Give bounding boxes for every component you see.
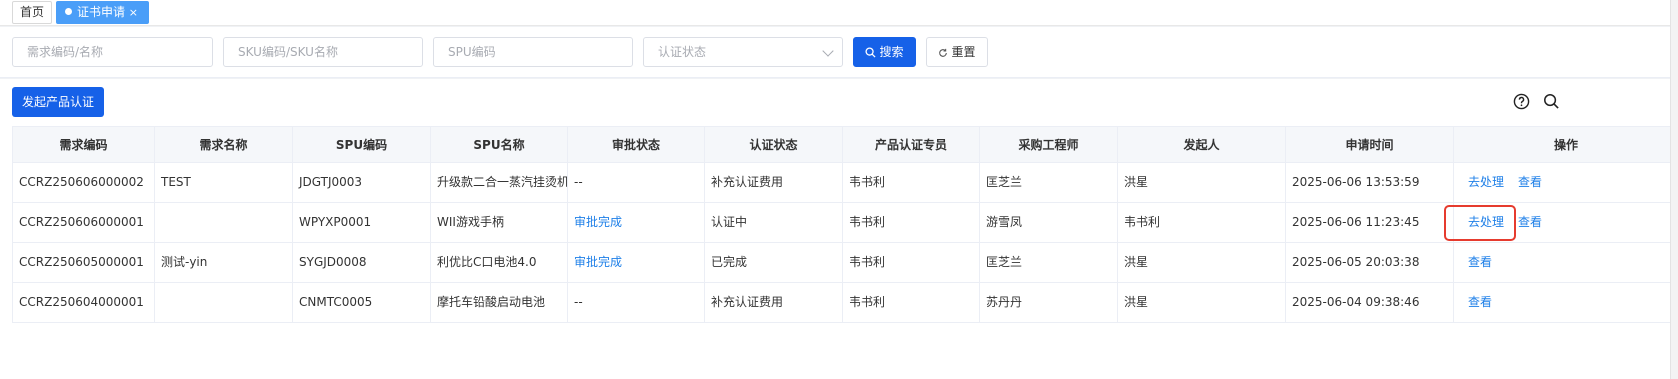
cert-status-cell: 认证中 [705,203,843,242]
tab-bar: 首页 证书申请 × [0,0,1678,26]
engineer-cell: 匡芝兰 [980,243,1118,282]
content-panel: 发起产品认证 需求编码 需求名称 SPU编码 SPU名称 审批状态 认证状态 产… [0,79,1678,379]
search-label: 搜索 [879,45,904,59]
view-link[interactable]: 查看 [1518,203,1542,242]
cert-status-cell: 补充认证费用 [705,163,843,202]
engineer-cell: 匡芝兰 [980,163,1118,202]
table-row: CCRZ250604000001 CNMTC0005 摩托车铅酸启动电池 -- … [12,283,1678,323]
header-cell: 产品认证专员 [843,127,980,162]
header-cell: SPU编码 [293,127,431,162]
launch-certification-button[interactable]: 发起产品认证 [12,87,104,117]
demand-name-cell: TEST [155,163,293,202]
initiator-cell: 洪星 [1118,243,1286,282]
header-cell: 需求编码 [12,127,155,162]
initiator-cell: 韦书利 [1118,203,1286,242]
spu-name-cell: 利优比C口电池4.0 [431,243,568,282]
scrollbar[interactable] [1670,0,1678,379]
demand-name-cell [155,283,293,322]
action-cell: 去处理 查看 [1454,163,1678,202]
spu-name-cell: WII游戏手柄 [431,203,568,242]
table-row: CCRZ250606000002 TEST JDGTJ0003 升级款二合一蒸汽… [12,163,1678,203]
header-cell: 需求名称 [155,127,293,162]
header-cell: 采购工程师 [980,127,1118,162]
spu-code-cell: WPYXP0001 [293,203,431,242]
filter-bar: 需求编码/名称 SKU编码/SKU名称 SPU编码 认证状态 搜索 重置 [0,27,1678,78]
table-row: CCRZ250605000001 测试-yin SYGJD0008 利优比C口电… [12,243,1678,283]
header-cell: 审批状态 [568,127,705,162]
tab-label: 证书申请 [77,5,126,19]
initiator-cell: 洪星 [1118,163,1286,202]
apply-time-cell: 2025-06-04 09:38:46 [1286,283,1454,322]
spu-code-cell: JDGTJ0003 [293,163,431,202]
approval-status-cell: -- [568,283,705,322]
refresh-icon [939,48,948,57]
spu-code-cell: CNMTC0005 [293,283,431,322]
action-cell: 查看 [1454,243,1678,282]
specialist-cell: 韦书利 [843,243,980,282]
tab-home[interactable]: 首页 [12,1,52,24]
close-icon[interactable]: × [129,2,138,23]
approval-status-link[interactable]: 审批完成 [568,243,705,282]
apply-time-cell: 2025-06-05 20:03:38 [1286,243,1454,282]
specialist-cell: 韦书利 [843,163,980,202]
header-cell: 发起人 [1118,127,1286,162]
apply-time-cell: 2025-06-06 13:53:59 [1286,163,1454,202]
spu-code-input[interactable]: SPU编码 [433,37,633,67]
sku-input[interactable]: SKU编码/SKU名称 [223,37,423,67]
search-icon [865,47,877,58]
process-link[interactable]: 去处理 [1468,163,1504,202]
header-cell: SPU名称 [431,127,568,162]
cert-status-cell: 补充认证费用 [705,283,843,322]
cert-status-placeholder: 认证状态 [658,45,707,59]
question-circle-icon[interactable] [1513,93,1530,110]
cert-status-cell: 已完成 [705,243,843,282]
approval-status-cell: -- [568,163,705,202]
spu-name-cell: 摩托车铅酸启动电池 [431,283,568,322]
view-link[interactable]: 查看 [1468,243,1492,282]
specialist-cell: 韦书利 [843,203,980,242]
search-button[interactable]: 搜索 [853,37,916,67]
approval-status-link[interactable]: 审批完成 [568,203,705,242]
view-link[interactable]: 查看 [1468,283,1492,322]
highlight-box [1444,205,1516,241]
engineer-cell: 游雪凤 [980,203,1118,242]
action-cell: 查看 [1454,283,1678,322]
header-cell: 操作 [1553,138,1578,152]
apply-time-cell: 2025-06-06 11:23:45 [1286,203,1454,242]
view-link[interactable]: 查看 [1518,163,1542,202]
tab-certificate-application[interactable]: 证书申请 × [56,1,149,24]
table-row: CCRZ250606000001 WPYXP0001 WII游戏手柄 审批完成 … [12,203,1678,243]
header-cell: 申请时间 [1286,127,1454,162]
initiator-cell: 洪星 [1118,283,1286,322]
reset-button[interactable]: 重置 [926,37,988,67]
cert-status-select[interactable]: 认证状态 [643,37,843,67]
engineer-cell: 苏丹丹 [980,283,1118,322]
spu-name-cell: 升级款二合一蒸汽挂烫机 [431,163,568,202]
header-cell: 认证状态 [705,127,843,162]
demand-code-cell: CCRZ250605000001 [12,243,155,282]
active-dot-icon [65,8,72,15]
demand-name-cell [155,203,293,242]
demand-name-cell: 测试-yin [155,243,293,282]
search-icon[interactable] [1543,93,1560,110]
specialist-cell: 韦书利 [843,283,980,322]
table-header: 需求编码 需求名称 SPU编码 SPU名称 审批状态 认证状态 产品认证专员 采… [12,126,1678,163]
chevron-down-icon [822,45,834,57]
demand-code-cell: CCRZ250604000001 [12,283,155,322]
reset-label: 重置 [951,45,976,59]
spu-code-cell: SYGJD0008 [293,243,431,282]
demand-code-input[interactable]: 需求编码/名称 [12,37,213,67]
demand-code-cell: CCRZ250606000001 [12,203,155,242]
demand-code-cell: CCRZ250606000002 [12,163,155,202]
